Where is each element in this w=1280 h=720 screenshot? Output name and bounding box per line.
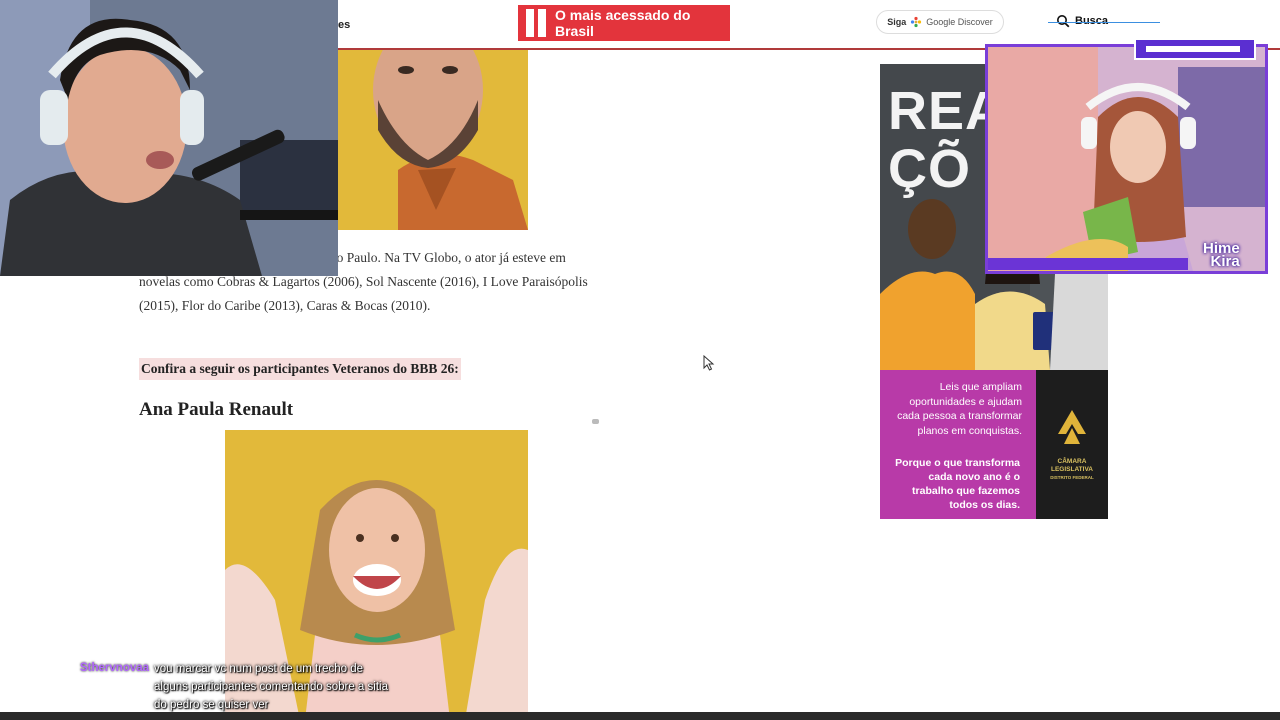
section-title: Ana Paula Renault xyxy=(139,399,294,420)
selection-outline xyxy=(1048,22,1160,23)
guest-overlay-bar xyxy=(1134,38,1256,60)
guest-cam-label: Hime Kira xyxy=(1203,240,1240,270)
ad-logo-text: CÂMARA LEGISLATIVA DISTRITO FEDERAL xyxy=(1050,458,1094,480)
ad-text-2: Porque o que transforma cada novo ano é … xyxy=(895,457,1020,511)
brand-logo-icon xyxy=(526,9,546,37)
brand-banner-text: O mais acessado do Brasil xyxy=(555,7,691,39)
embed-handle-icon[interactable] xyxy=(592,419,599,424)
ad-logo: CÂMARA LEGISLATIVA DISTRITO FEDERAL xyxy=(1036,370,1108,519)
ad-message-panel: Leis que ampliam oportunidades e ajudam … xyxy=(880,370,1036,519)
ad-text-1: Leis que ampliam oportunidades e ajudam … xyxy=(897,381,1022,437)
google-discover-icon xyxy=(911,16,922,28)
streamer-webcam xyxy=(0,0,338,276)
chat-username: Sthervnovaa xyxy=(80,662,150,674)
nav-link-fragment[interactable]: es xyxy=(338,19,350,31)
search-icon xyxy=(1057,15,1070,28)
chat-message: vou marcar vc num post de um trecho de a… xyxy=(154,663,388,711)
bottom-bar xyxy=(0,712,1280,720)
mouse-cursor-icon xyxy=(703,355,715,371)
discover-label: Google Discover xyxy=(926,17,993,27)
google-discover-button[interactable]: Siga Google Discover xyxy=(876,10,1004,34)
actor-photo xyxy=(338,50,528,230)
discover-follow-label: Siga xyxy=(887,17,907,27)
brand-banner[interactable]: O mais acessado do Brasil xyxy=(518,5,730,41)
search-label: Busca xyxy=(1075,15,1109,27)
search-button[interactable]: Busca xyxy=(1056,14,1108,28)
veterans-highlight: Confira a seguir os participantes Vetera… xyxy=(139,358,461,380)
guest-overlay-strip xyxy=(988,258,1188,270)
